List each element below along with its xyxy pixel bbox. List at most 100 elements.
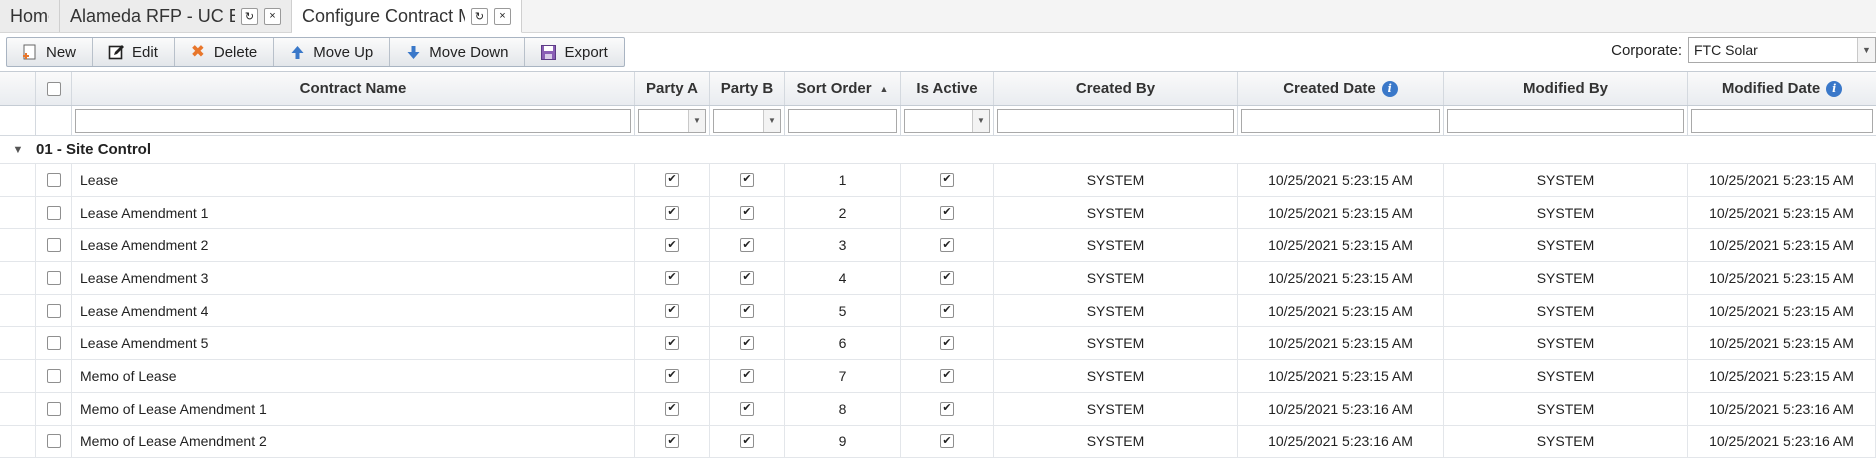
header-contract-name[interactable]: Contract Name xyxy=(72,72,635,105)
filter-spacer xyxy=(36,106,72,135)
party-a-checkbox[interactable]: ✔ xyxy=(665,304,679,318)
contract-name-cell: Lease xyxy=(72,164,635,196)
table-row[interactable]: Lease ✔ ✔ 1 ✔ SYSTEM 10/25/2021 5:23:15 … xyxy=(0,164,1876,197)
row-select-checkbox[interactable] xyxy=(47,402,61,416)
party-a-checkbox[interactable]: ✔ xyxy=(665,271,679,285)
header-created-by[interactable]: Created By xyxy=(994,72,1238,105)
party-b-checkbox[interactable]: ✔ xyxy=(740,173,754,187)
edit-button[interactable]: Edit xyxy=(93,38,175,66)
header-created-date[interactable]: Created Date i xyxy=(1238,72,1444,105)
is-active-cell: ✔ xyxy=(901,295,994,327)
row-select-checkbox[interactable] xyxy=(47,369,61,383)
chevron-down-icon[interactable]: ▼ xyxy=(972,110,989,132)
delete-x-icon: ✖ xyxy=(189,43,207,61)
party-b-checkbox[interactable]: ✔ xyxy=(740,238,754,252)
party-a-checkbox[interactable]: ✔ xyxy=(665,173,679,187)
move-up-button[interactable]: Move Up xyxy=(274,38,390,66)
header-is-active[interactable]: Is Active xyxy=(901,72,994,105)
row-select-checkbox[interactable] xyxy=(47,173,61,187)
header-party-b[interactable]: Party B xyxy=(710,72,785,105)
contract-name-cell: Memo of Lease Amendment 2 xyxy=(72,426,635,458)
party-b-checkbox[interactable]: ✔ xyxy=(740,402,754,416)
row-select-checkbox[interactable] xyxy=(47,271,61,285)
is-active-checkbox[interactable]: ✔ xyxy=(940,206,954,220)
party-a-checkbox[interactable]: ✔ xyxy=(665,434,679,448)
party-b-checkbox[interactable]: ✔ xyxy=(740,434,754,448)
table-row[interactable]: Lease Amendment 2 ✔ ✔ 3 ✔ SYSTEM 10/25/2… xyxy=(0,229,1876,262)
party-b-checkbox[interactable]: ✔ xyxy=(740,304,754,318)
modified-by-filter-input[interactable] xyxy=(1447,109,1684,133)
header-sort-order[interactable]: Sort Order ▲ xyxy=(785,72,901,105)
party-b-checkbox[interactable]: ✔ xyxy=(740,271,754,285)
is-active-checkbox[interactable]: ✔ xyxy=(940,238,954,252)
close-icon[interactable]: × xyxy=(264,8,281,25)
refresh-icon[interactable]: ↻ xyxy=(241,8,258,25)
tab-home[interactable]: Home xyxy=(0,0,60,32)
is-active-checkbox[interactable]: ✔ xyxy=(940,336,954,350)
party-a-filter-select[interactable]: ▼ xyxy=(638,109,706,133)
modified-by-cell: SYSTEM xyxy=(1444,229,1688,261)
created-by-cell: SYSTEM xyxy=(994,164,1238,196)
party-b-checkbox[interactable]: ✔ xyxy=(740,206,754,220)
chevron-down-icon[interactable]: ▼ xyxy=(1857,38,1875,62)
is-active-cell: ✔ xyxy=(901,164,994,196)
corporate-dropdown[interactable]: FTC Solar ▼ xyxy=(1688,37,1876,63)
table-row[interactable]: Memo of Lease Amendment 1 ✔ ✔ 8 ✔ SYSTEM… xyxy=(0,393,1876,426)
group-row[interactable]: ▼ 01 - Site Control xyxy=(0,136,1876,164)
header-modified-date[interactable]: Modified Date i xyxy=(1688,72,1876,105)
info-icon[interactable]: i xyxy=(1826,81,1842,97)
table-row[interactable]: Memo of Lease ✔ ✔ 7 ✔ SYSTEM 10/25/2021 … xyxy=(0,360,1876,393)
party-a-checkbox[interactable]: ✔ xyxy=(665,369,679,383)
is-active-checkbox[interactable]: ✔ xyxy=(940,369,954,383)
is-active-checkbox[interactable]: ✔ xyxy=(940,271,954,285)
party-b-checkbox[interactable]: ✔ xyxy=(740,336,754,350)
header-spacer xyxy=(0,72,36,105)
new-button[interactable]: New xyxy=(7,38,93,66)
contract-name-filter-input[interactable] xyxy=(75,109,631,133)
close-icon[interactable]: × xyxy=(494,8,511,25)
is-active-checkbox[interactable]: ✔ xyxy=(940,434,954,448)
chevron-down-icon[interactable]: ▼ xyxy=(688,110,705,132)
party-b-filter-select[interactable]: ▼ xyxy=(713,109,781,133)
delete-button[interactable]: ✖ Delete xyxy=(175,38,274,66)
table-row[interactable]: Lease Amendment 3 ✔ ✔ 4 ✔ SYSTEM 10/25/2… xyxy=(0,262,1876,295)
row-select-checkbox[interactable] xyxy=(47,304,61,318)
modified-date-filter-input[interactable] xyxy=(1691,109,1873,133)
party-a-checkbox[interactable]: ✔ xyxy=(665,206,679,220)
created-date-filter-input[interactable] xyxy=(1241,109,1440,133)
header-party-a[interactable]: Party A xyxy=(635,72,710,105)
is-active-checkbox[interactable]: ✔ xyxy=(940,304,954,318)
header-select-all xyxy=(36,72,72,105)
export-button[interactable]: Export xyxy=(525,38,623,66)
header-modified-by[interactable]: Modified By xyxy=(1444,72,1688,105)
created-by-cell: SYSTEM xyxy=(994,327,1238,359)
refresh-icon[interactable]: ↻ xyxy=(471,8,488,25)
party-a-checkbox[interactable]: ✔ xyxy=(665,336,679,350)
select-all-checkbox[interactable] xyxy=(47,82,61,96)
table-row[interactable]: Lease Amendment 5 ✔ ✔ 6 ✔ SYSTEM 10/25/2… xyxy=(0,327,1876,360)
is-active-filter-select[interactable]: ▼ xyxy=(904,109,990,133)
move-down-button[interactable]: Move Down xyxy=(390,38,525,66)
party-b-checkbox[interactable]: ✔ xyxy=(740,369,754,383)
row-select-checkbox[interactable] xyxy=(47,206,61,220)
sort-order-filter-input[interactable] xyxy=(788,109,897,133)
info-icon[interactable]: i xyxy=(1382,81,1398,97)
created-by-filter-input[interactable] xyxy=(997,109,1234,133)
row-select-checkbox[interactable] xyxy=(47,336,61,350)
party-a-checkbox[interactable]: ✔ xyxy=(665,238,679,252)
table-row[interactable]: Lease Amendment 4 ✔ ✔ 5 ✔ SYSTEM 10/25/2… xyxy=(0,295,1876,328)
tab-alameda-rfp[interactable]: Alameda RFP - UC Ber... ↻ × xyxy=(60,0,292,32)
tab-configure-contract[interactable]: Configure Contract M... ↻ × xyxy=(292,0,522,33)
is-active-checkbox[interactable]: ✔ xyxy=(940,173,954,187)
table-row[interactable]: Memo of Lease Amendment 2 ✔ ✔ 9 ✔ SYSTEM… xyxy=(0,426,1876,458)
chevron-down-icon[interactable]: ▼ xyxy=(763,110,780,132)
table-row[interactable]: Lease Amendment 1 ✔ ✔ 2 ✔ SYSTEM 10/25/2… xyxy=(0,197,1876,230)
created-date-cell: 10/25/2021 5:23:16 AM xyxy=(1238,426,1444,458)
is-active-checkbox[interactable]: ✔ xyxy=(940,402,954,416)
chevron-down-icon[interactable]: ▼ xyxy=(0,144,36,156)
row-select-checkbox[interactable] xyxy=(47,238,61,252)
row-select-checkbox[interactable] xyxy=(47,434,61,448)
party-a-checkbox[interactable]: ✔ xyxy=(665,402,679,416)
modified-date-cell: 10/25/2021 5:23:15 AM xyxy=(1688,360,1876,392)
created-date-cell: 10/25/2021 5:23:15 AM xyxy=(1238,327,1444,359)
